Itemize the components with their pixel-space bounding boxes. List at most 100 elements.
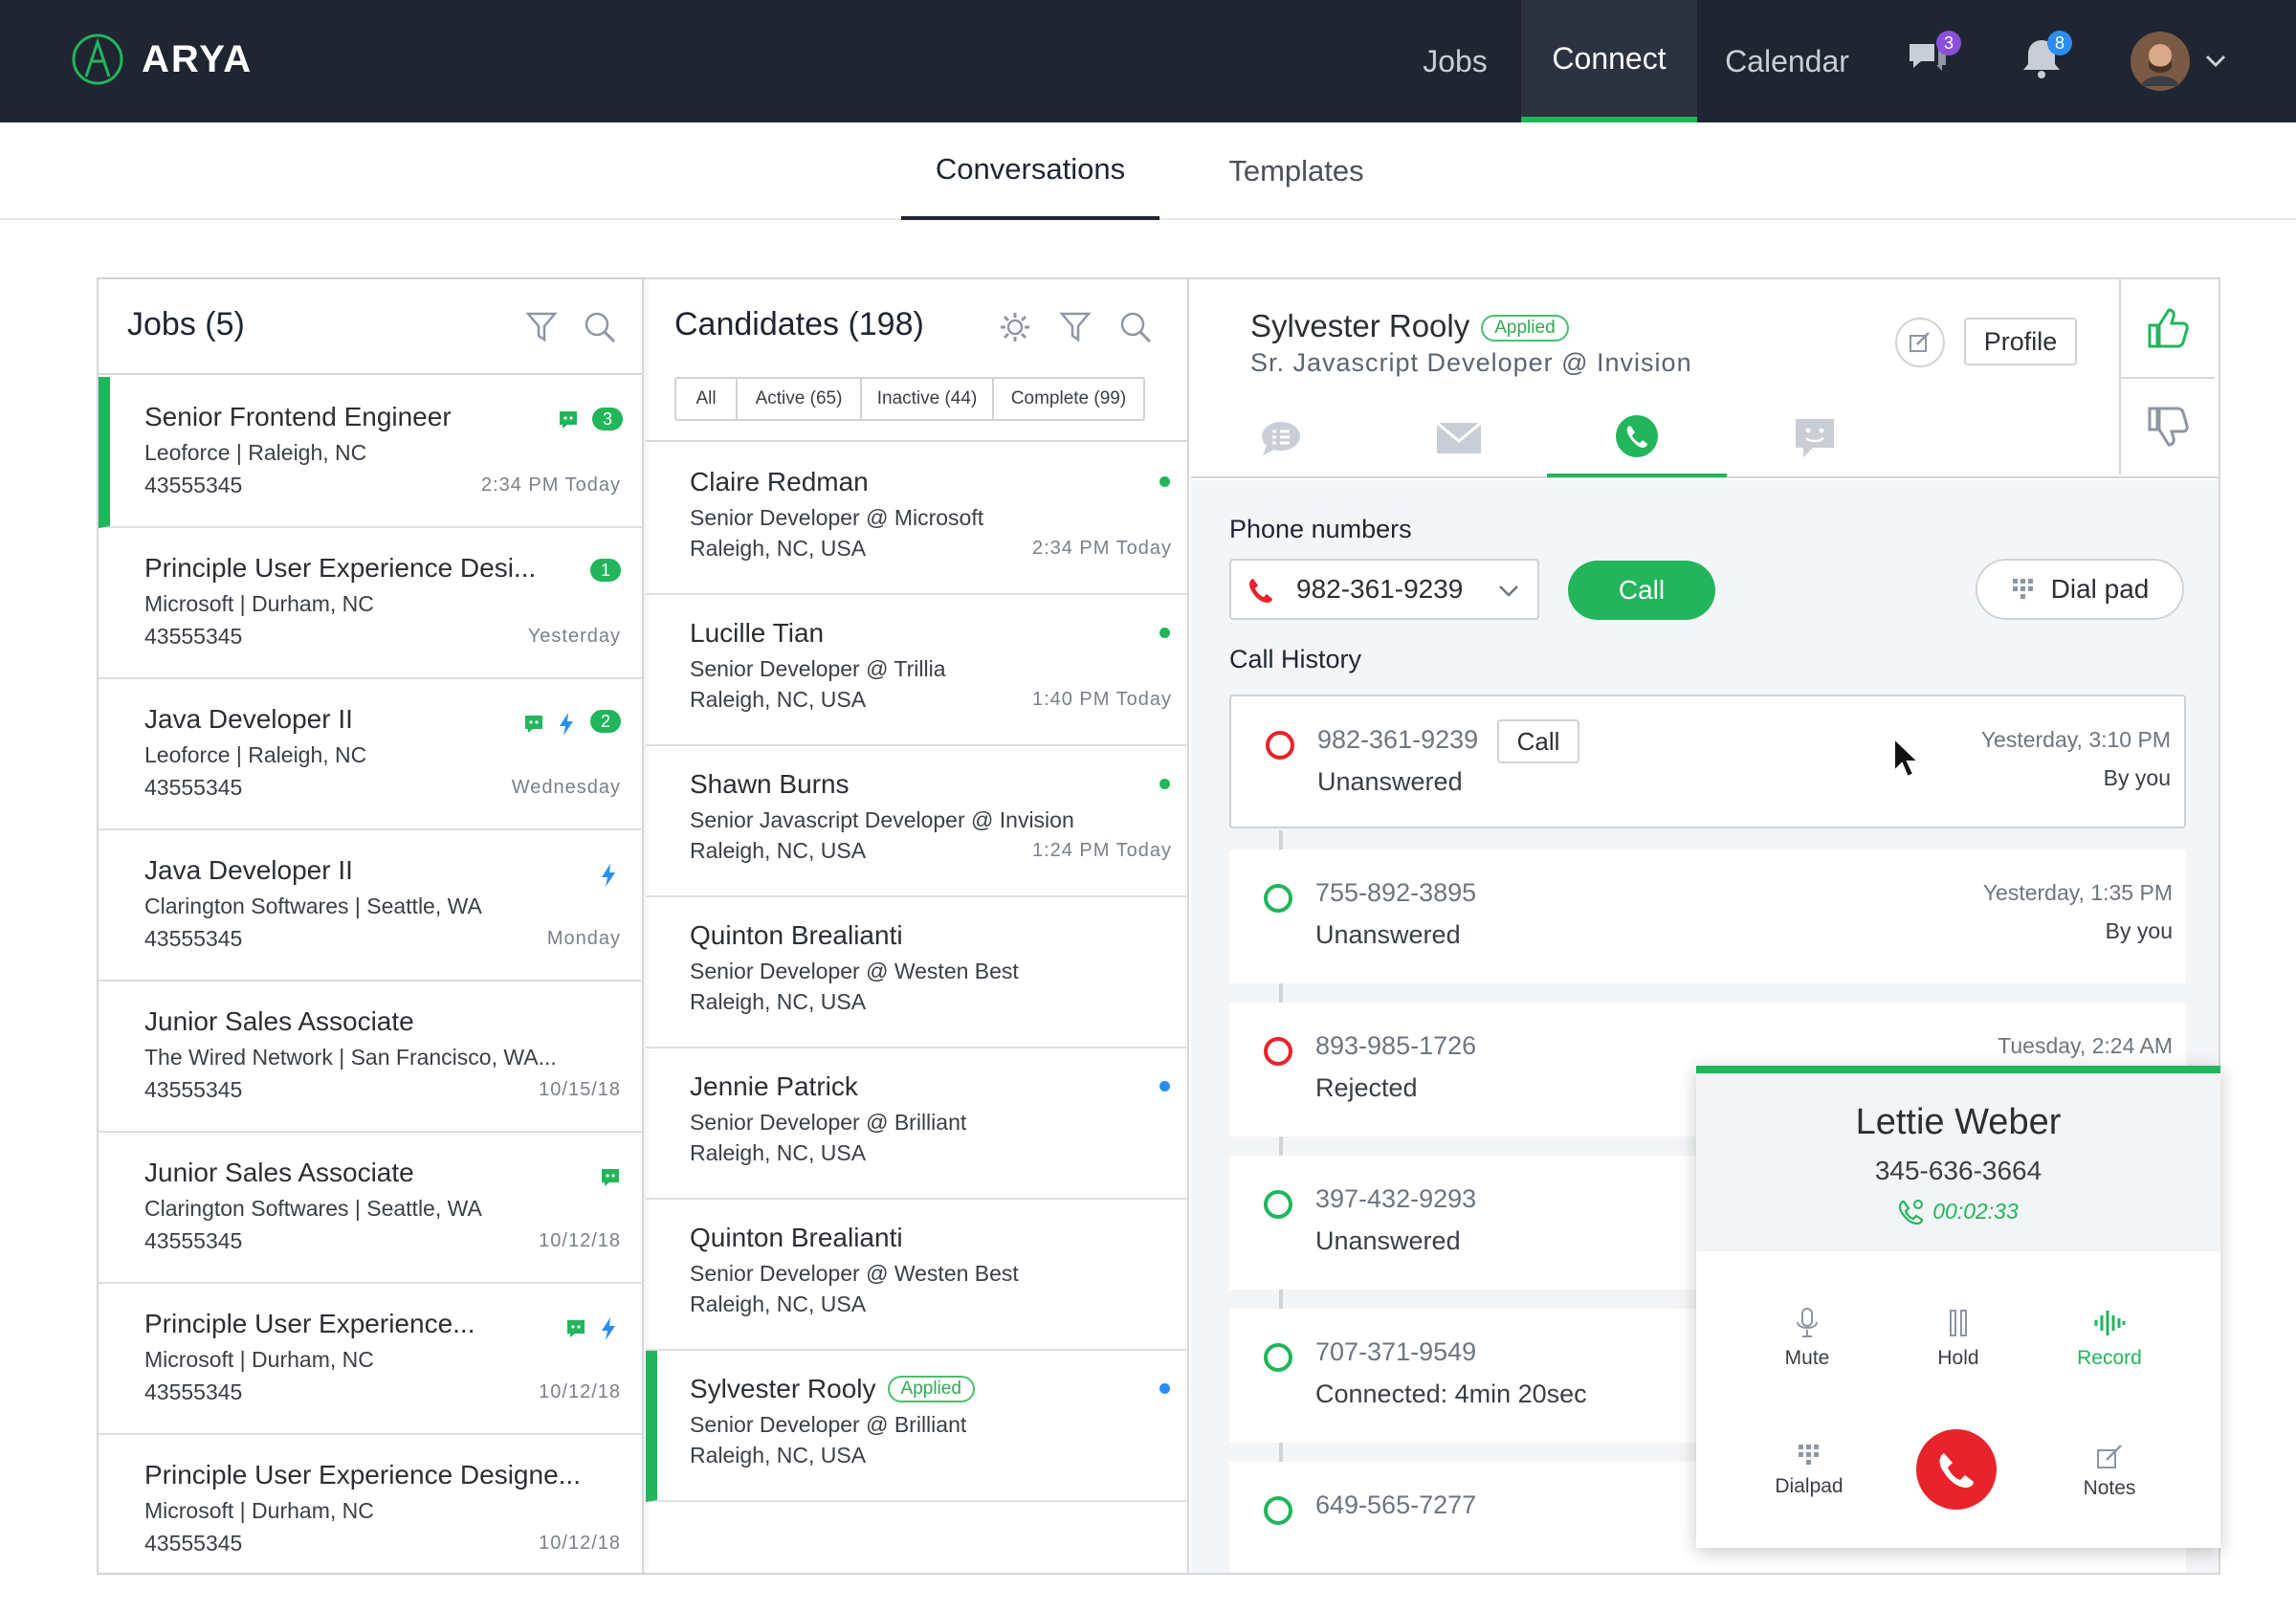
timeline-connector: [1279, 1443, 1283, 1464]
profile-button[interactable]: Profile: [1964, 318, 2077, 365]
job-id: 43555345: [144, 1228, 243, 1253]
nav-calendar[interactable]: Calendar: [1712, 0, 1862, 122]
job-id: 43555345: [144, 1531, 243, 1556]
candidate-location: Raleigh, NC, USA: [690, 989, 867, 1014]
record-button[interactable]: Record: [2042, 1307, 2176, 1370]
hold-button[interactable]: Hold: [1891, 1307, 2025, 1370]
filter-icon[interactable]: [525, 310, 558, 344]
notifications-button[interactable]: 8: [2020, 31, 2072, 84]
call-number: 707-371-9549: [1315, 1337, 1477, 1366]
hold-label: Hold: [1937, 1347, 1979, 1369]
call-again-button[interactable]: Call: [1497, 719, 1579, 763]
job-time: 10/12/18: [539, 1381, 621, 1402]
brand-name: ARYA: [142, 37, 254, 80]
phone-red-icon: [1249, 579, 1272, 603]
candidate-list-item[interactable]: Quinton Brealianti Senior Developer @ We…: [646, 1200, 1187, 1351]
job-id: 43555345: [144, 624, 243, 649]
edit-icon: [1910, 332, 1930, 352]
call-time: Yesterday, 1:35 PM: [1982, 880, 2173, 905]
candidate-list-item[interactable]: Shawn Burns Senior Javascript Developer …: [646, 746, 1187, 897]
filter-all[interactable]: All: [676, 379, 738, 419]
detail-name-row: Sylvester Rooly Applied: [1250, 308, 1569, 344]
filter-active[interactable]: Active (65): [738, 379, 862, 419]
job-list-item[interactable]: Junior Sales Associate The Wired Network…: [99, 982, 642, 1133]
job-list-item[interactable]: Principle User Experience Desi... Micros…: [99, 528, 642, 679]
candidate-list-item[interactable]: Claire Redman Senior Developer @ Microso…: [646, 444, 1187, 595]
job-company: Microsoft | Durham, NC: [144, 591, 374, 616]
messages-button[interactable]: 3: [1906, 31, 1961, 84]
status-dot: [1159, 476, 1170, 487]
phone-icon: [1616, 415, 1658, 457]
edit-button[interactable]: [1895, 318, 1945, 367]
filter-complete[interactable]: Complete (99): [994, 379, 1143, 419]
nav-connect[interactable]: Connect: [1521, 0, 1697, 122]
message-icon: [567, 1320, 585, 1337]
tab-chat[interactable]: [1191, 399, 1371, 477]
tab-email[interactable]: [1369, 399, 1549, 477]
phone-hangup-icon: [1939, 1453, 1974, 1488]
tab-conversations[interactable]: Conversations: [901, 122, 1159, 220]
job-title: Junior Sales Associate: [144, 1158, 414, 1187]
avatar: [2130, 32, 2190, 91]
caller-name: Lettie Weber: [1855, 1102, 2062, 1142]
filter-inactive[interactable]: Inactive (44): [862, 379, 994, 419]
call-number: 982-361-9239: [1317, 725, 1479, 754]
job-title: Java Developer II: [144, 855, 353, 885]
phone-in-call-icon: [1899, 1200, 1924, 1225]
candidate-name: Claire Redman: [690, 467, 869, 497]
thumbs-up-button[interactable]: [2119, 279, 2215, 377]
job-time: Yesterday: [527, 626, 621, 647]
user-menu[interactable]: [2130, 31, 2229, 92]
job-list-item[interactable]: Principle User Experience... Microsoft |…: [99, 1284, 642, 1435]
dial-pad-button[interactable]: Dial pad: [1976, 559, 2184, 620]
answered-call-indicator: [1264, 1496, 1292, 1525]
candidate-time: 1:24 PM Today: [1031, 840, 1172, 861]
message-icon: [602, 1169, 619, 1186]
hang-up-button[interactable]: [1916, 1429, 1997, 1510]
filter-icon[interactable]: [1059, 310, 1092, 344]
phone-number-select[interactable]: 982-361-9239: [1229, 559, 1539, 620]
notes-label: Notes: [2083, 1477, 2136, 1499]
candidates-column: Candidates (198) All Active (65) Inactiv…: [646, 279, 1189, 1573]
top-nav-bar: ARYA Jobs Connect Calendar 3 8: [0, 0, 2296, 122]
candidate-list-item-selected[interactable]: Sylvester Rooly Applied Senior Developer …: [646, 1351, 1187, 1502]
call-history-item[interactable]: 982-361-9239 Call Unanswered Yesterday, …: [1229, 695, 2186, 828]
dialpad-icon: [1799, 1445, 1819, 1465]
tab-sms[interactable]: [1725, 399, 1905, 477]
job-list-item[interactable]: Senior Frontend Engineer Leoforce | Rale…: [99, 377, 642, 528]
job-id: 43555345: [144, 775, 243, 800]
candidate-status-filter: All Active (65) Inactive (44) Complete (…: [674, 377, 1145, 421]
candidate-role: Senior Developer @ Microsoft: [690, 505, 984, 530]
notes-button[interactable]: Notes: [2042, 1443, 2176, 1500]
candidate-list-item[interactable]: Lucille Tian Senior Developer @ Trillia …: [646, 595, 1187, 746]
job-company: Microsoft | Durham, NC: [144, 1498, 374, 1523]
job-list-item[interactable]: Junior Sales Associate Clarington Softwa…: [99, 1133, 642, 1284]
applied-badge: Applied: [1481, 315, 1569, 342]
chevron-down-icon: [1499, 585, 1518, 597]
app-logo[interactable]: ARYA: [71, 33, 253, 86]
thumbs-down-button[interactable]: [2119, 377, 2215, 474]
job-time: 10/12/18: [539, 1533, 621, 1554]
tab-phone[interactable]: [1547, 399, 1727, 477]
candidate-time: 2:34 PM Today: [1031, 538, 1172, 559]
tab-templates[interactable]: Templates: [1192, 122, 1401, 220]
candidate-list-item[interactable]: Jennie Patrick Senior Developer @ Brilli…: [646, 1048, 1187, 1200]
call-history-item[interactable]: 755-892-3895 Unanswered Yesterday, 1:35 …: [1229, 850, 2186, 983]
envelope-icon: [1436, 422, 1482, 453]
search-icon[interactable]: [1118, 310, 1153, 344]
job-list-item[interactable]: Java Developer II Leoforce | Raleigh, NC…: [99, 679, 642, 830]
dialpad-label: Dialpad: [1775, 1475, 1843, 1497]
job-list-item[interactable]: Java Developer II Clarington Softwares |…: [99, 830, 642, 982]
nav-jobs[interactable]: Jobs: [1401, 0, 1510, 122]
dialpad-button[interactable]: Dialpad: [1742, 1443, 1876, 1498]
candidate-name: Lucille Tian: [690, 618, 825, 648]
candidate-list-item[interactable]: Quinton Brealianti Senior Developer @ We…: [646, 897, 1187, 1048]
search-icon[interactable]: [583, 310, 617, 344]
candidate-location: Raleigh, NC, USA: [690, 1443, 867, 1468]
gear-icon[interactable]: [998, 310, 1032, 344]
call-status: Rejected: [1315, 1073, 1418, 1102]
call-button[interactable]: Call: [1568, 561, 1715, 620]
mute-button[interactable]: Mute: [1740, 1307, 1874, 1370]
job-list-item[interactable]: Principle User Experience Designe... Mic…: [99, 1435, 642, 1573]
answered-call-indicator: [1264, 884, 1292, 913]
